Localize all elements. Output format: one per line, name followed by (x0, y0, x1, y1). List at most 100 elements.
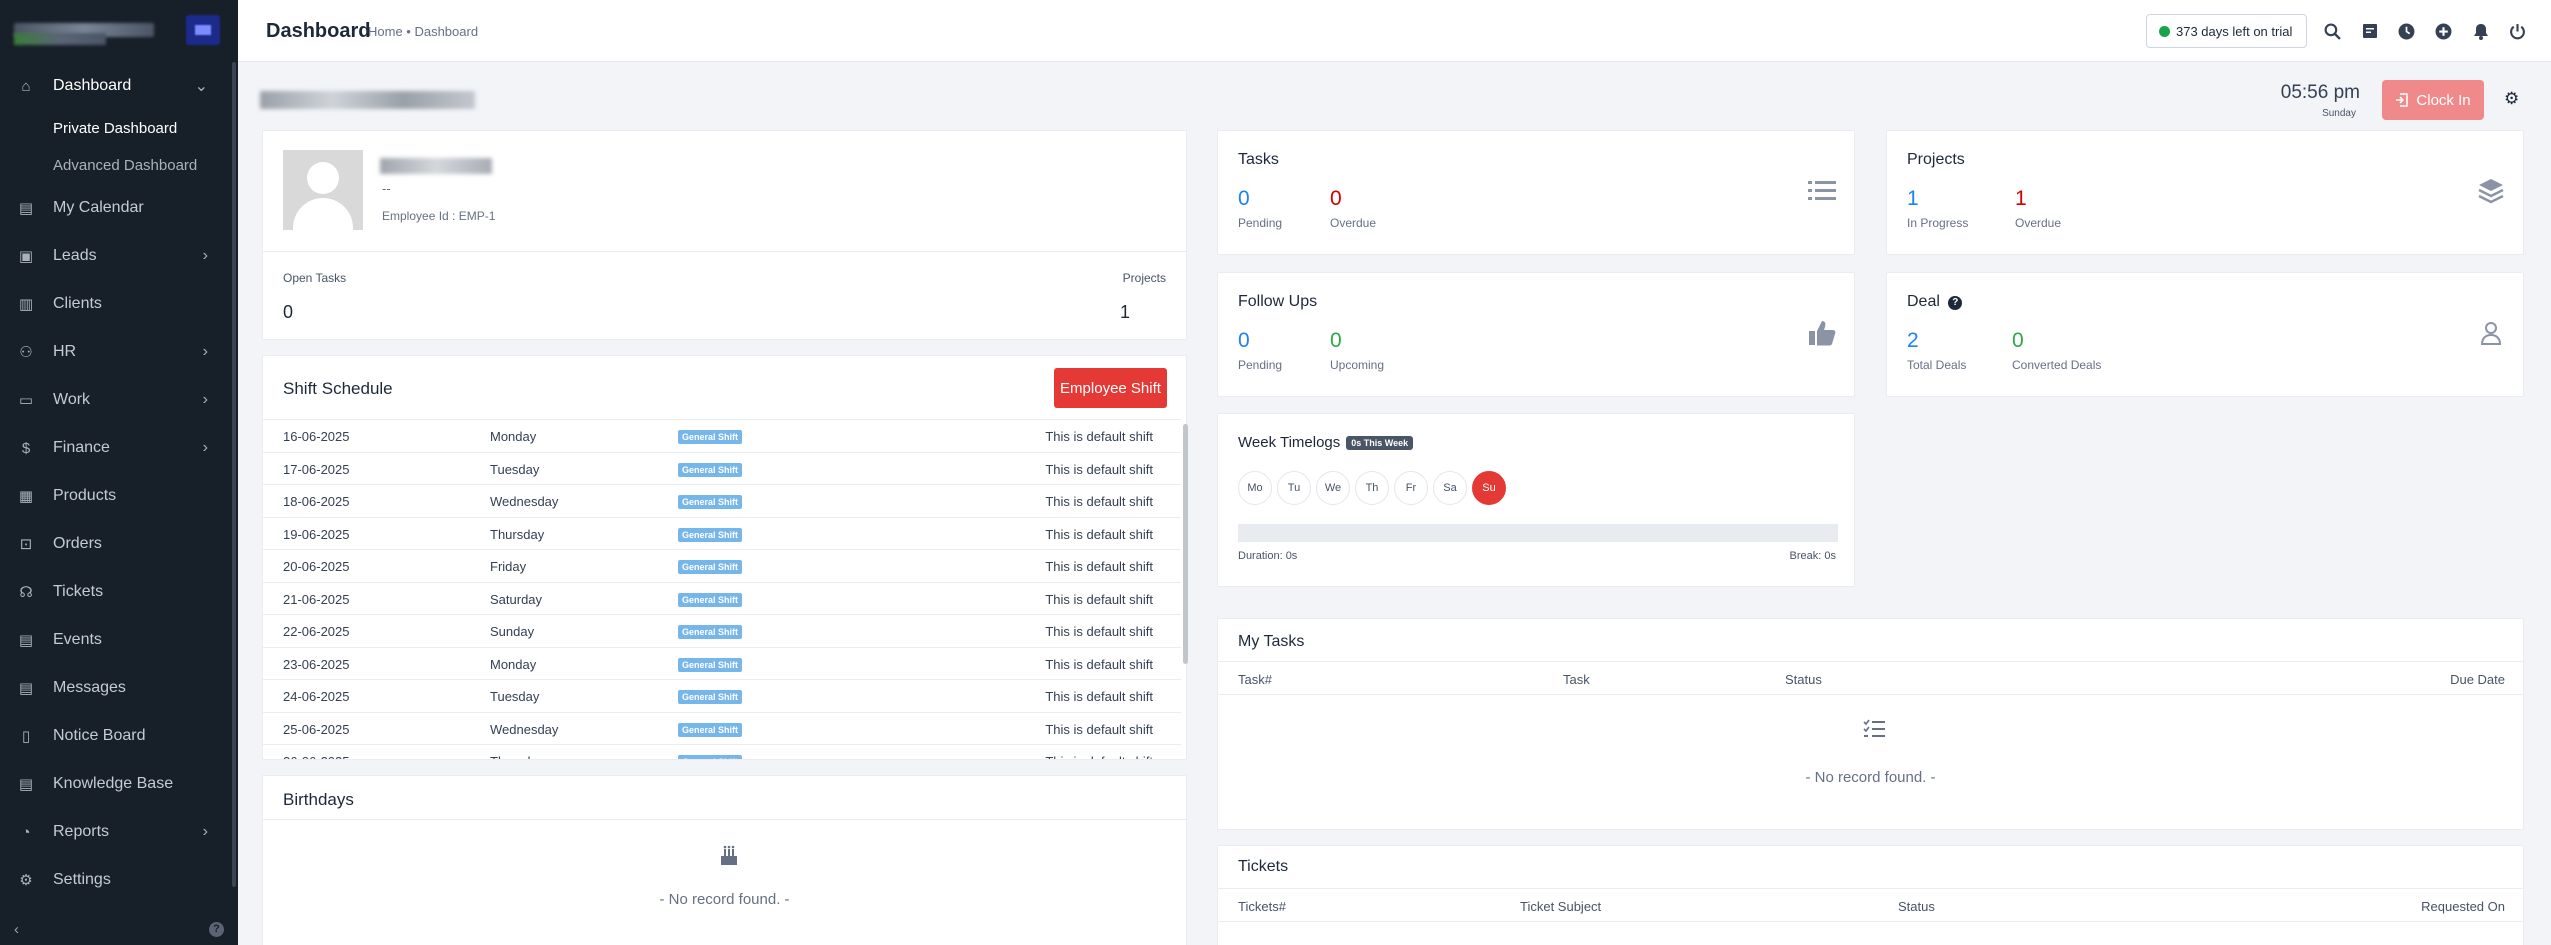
projects-overdue-value[interactable]: 1 (2015, 187, 2027, 211)
sidebar-item-products[interactable]: ▦ Products (0, 472, 232, 520)
sidebar-item-label: Products (53, 487, 117, 504)
follow-ups-upcoming-value[interactable]: 0 (1330, 329, 1342, 353)
sidebar-item-knowledge-base[interactable]: ▤ Knowledge Base (0, 760, 232, 808)
weekday-su[interactable]: Su (1472, 471, 1506, 505)
weekday-mo[interactable]: Mo (1238, 471, 1272, 505)
bell-icon[interactable] (2462, 18, 2499, 44)
weekday-tu[interactable]: Tu (1277, 471, 1311, 505)
projects-value[interactable]: 1 (1120, 302, 1130, 323)
weekday-sa[interactable]: Sa (1433, 471, 1467, 505)
table-row: 21-06-2025 Saturday General Shift This is d… (263, 583, 1181, 615)
sidebar-menu: ⌂ Dashboard ⌄ Private Dashboard Advanced… (0, 62, 232, 904)
sidebar-item-label: Tickets (53, 583, 104, 600)
search-icon[interactable] (2314, 18, 2351, 44)
shift-note: This is default shift (1045, 689, 1153, 704)
company-logo[interactable] (0, 0, 238, 60)
deal-title-text: Deal (1907, 293, 1940, 310)
my-tasks-empty: - No record found. - (1805, 769, 1936, 786)
sidebar-item-tickets[interactable]: ☊ Tickets (0, 568, 232, 616)
sidebar-scrollbar[interactable] (232, 62, 236, 887)
sticky-note-icon[interactable] (2351, 18, 2388, 44)
deal-converted-value[interactable]: 0 (2012, 329, 2024, 353)
clock-icon[interactable] (2388, 18, 2425, 44)
weekday-we[interactable]: We (1316, 471, 1350, 505)
tickets-card: Tickets Tickets# Ticket Subject Status R… (1217, 845, 2524, 945)
sidebar-item-clients[interactable]: ▥ Clients (0, 280, 232, 328)
sidebar: ⌂ Dashboard ⌄ Private Dashboard Advanced… (0, 0, 238, 945)
column-header[interactable]: Status (1785, 672, 1822, 687)
shift-note: This is default shift (1045, 494, 1153, 509)
deal-total-value[interactable]: 2 (1907, 329, 1919, 353)
shift-day: Monday (490, 429, 537, 444)
shift-note: This is default shift (1045, 429, 1153, 444)
sidebar-item-leads[interactable]: ▣ Leads › (0, 232, 232, 280)
sidebar-item-my-calendar[interactable]: ▤ My Calendar (0, 184, 232, 232)
sidebar-item-settings[interactable]: ⚙ Settings (0, 856, 232, 904)
deal-card[interactable]: Deal ? 2 Total Deals 0 Converted Deals (1886, 272, 2524, 397)
sidebar-item-hr[interactable]: ⚇ HR › (0, 328, 232, 376)
power-icon[interactable] (2499, 18, 2536, 44)
this-week-badge: 0s This Week (1346, 436, 1414, 451)
sidebar-item-messages[interactable]: ▤ Messages (0, 664, 232, 712)
products-icon: ▦ (18, 488, 34, 505)
sidebar-item-label: Finance (53, 439, 110, 456)
shift-badge: General Shift (678, 495, 743, 509)
chevron-right-icon: › (202, 391, 208, 408)
collapse-sidebar-icon[interactable]: ‹ (14, 921, 19, 938)
column-header[interactable]: Status (1898, 899, 1935, 914)
clock-in-button[interactable]: Clock In (2382, 80, 2484, 120)
sidebar-item-label: Knowledge Base (53, 775, 174, 792)
sidebar-item-notice-board[interactable]: ▯ Notice Board (0, 712, 232, 760)
tasks-checklist-icon (1863, 719, 1885, 745)
shift-badge: General Shift (678, 690, 743, 704)
sidebar-item-orders[interactable]: ⊡ Orders (0, 520, 232, 568)
column-header[interactable]: Task (1563, 672, 1590, 687)
projects-in-progress-value[interactable]: 1 (1907, 187, 1919, 211)
column-header[interactable]: Task# (1238, 672, 1272, 687)
birthdays-card: Birthdays - No record found. - (262, 775, 1187, 945)
sidebar-item-dashboard[interactable]: ⌂ Dashboard ⌄ (0, 62, 232, 110)
shift-date: 25-06-2025 (283, 721, 350, 737)
topbar: Dashboard Home • Dashboard 373 days left… (238, 0, 2551, 62)
column-header[interactable]: Ticket Subject (1520, 899, 1601, 914)
question-circle-icon[interactable]: ? (1948, 295, 1963, 310)
knowledge-base-icon: ▤ (18, 776, 34, 793)
sidebar-item-label: Work (53, 391, 91, 408)
status-dot-icon (2159, 25, 2170, 37)
shift-day: Sunday (490, 624, 535, 639)
trial-badge[interactable]: 373 days left on trial (2146, 14, 2308, 48)
tasks-pending-label: Pending (1238, 216, 1283, 230)
weekday-fr[interactable]: Fr (1394, 471, 1428, 505)
plus-circle-icon[interactable] (2425, 18, 2462, 44)
tickets-title: Tickets (1238, 858, 1289, 875)
column-header[interactable]: Requested On (2421, 899, 2505, 914)
sidebar-subitem-private-dashboard[interactable]: Private Dashboard (0, 110, 232, 147)
column-header[interactable]: Tickets# (1238, 899, 1286, 914)
follow-ups-title: Follow Ups (1238, 293, 1318, 310)
gear-icon[interactable]: ⚙ (2504, 89, 2519, 109)
week-timelogs-card: Week Timelogs 0s This Week Mo Tu We Th Fr Sa Su… (1217, 413, 1855, 587)
shift-date: 20-06-2025 (283, 559, 350, 574)
column-header[interactable]: Due Date (2450, 672, 2505, 687)
follow-ups-pending-value[interactable]: 0 (1238, 329, 1250, 353)
follow-ups-card[interactable]: Follow Ups 0 Pending 0 Upcoming (1217, 272, 1855, 397)
sidebar-item-events[interactable]: ▤ Events (0, 616, 232, 664)
projects-in-progress-label: In Progress (1907, 216, 1969, 230)
sidebar-item-finance[interactable]: $ Finance › (0, 424, 232, 472)
tasks-card[interactable]: Tasks 0 Pending 0 Overdue (1217, 130, 1855, 255)
weekday-th[interactable]: Th (1355, 471, 1389, 505)
shift-scrollbar[interactable] (1183, 424, 1188, 664)
sidebar-item-reports[interactable]: ◔ Reports › (0, 808, 232, 856)
shift-date: 23-06-2025 (283, 656, 350, 672)
employee-shift-button[interactable]: Employee Shift (1054, 368, 1167, 408)
tickets-icon: ☊ (19, 584, 33, 601)
tasks-pending-value[interactable]: 0 (1238, 187, 1250, 211)
sidebar-subitem-advanced-dashboard[interactable]: Advanced Dashboard (0, 147, 232, 184)
sidebar-item-work[interactable]: ▭ Work › (0, 376, 232, 424)
shift-date: 17-06-2025 (283, 461, 350, 477)
open-tasks-value[interactable]: 0 (283, 302, 293, 323)
work-icon: ▭ (18, 392, 34, 409)
tasks-overdue-value[interactable]: 0 (1330, 187, 1342, 211)
projects-card[interactable]: Projects 1 In Progress 1 Overdue (1886, 130, 2524, 255)
help-icon[interactable]: ? (209, 921, 224, 937)
